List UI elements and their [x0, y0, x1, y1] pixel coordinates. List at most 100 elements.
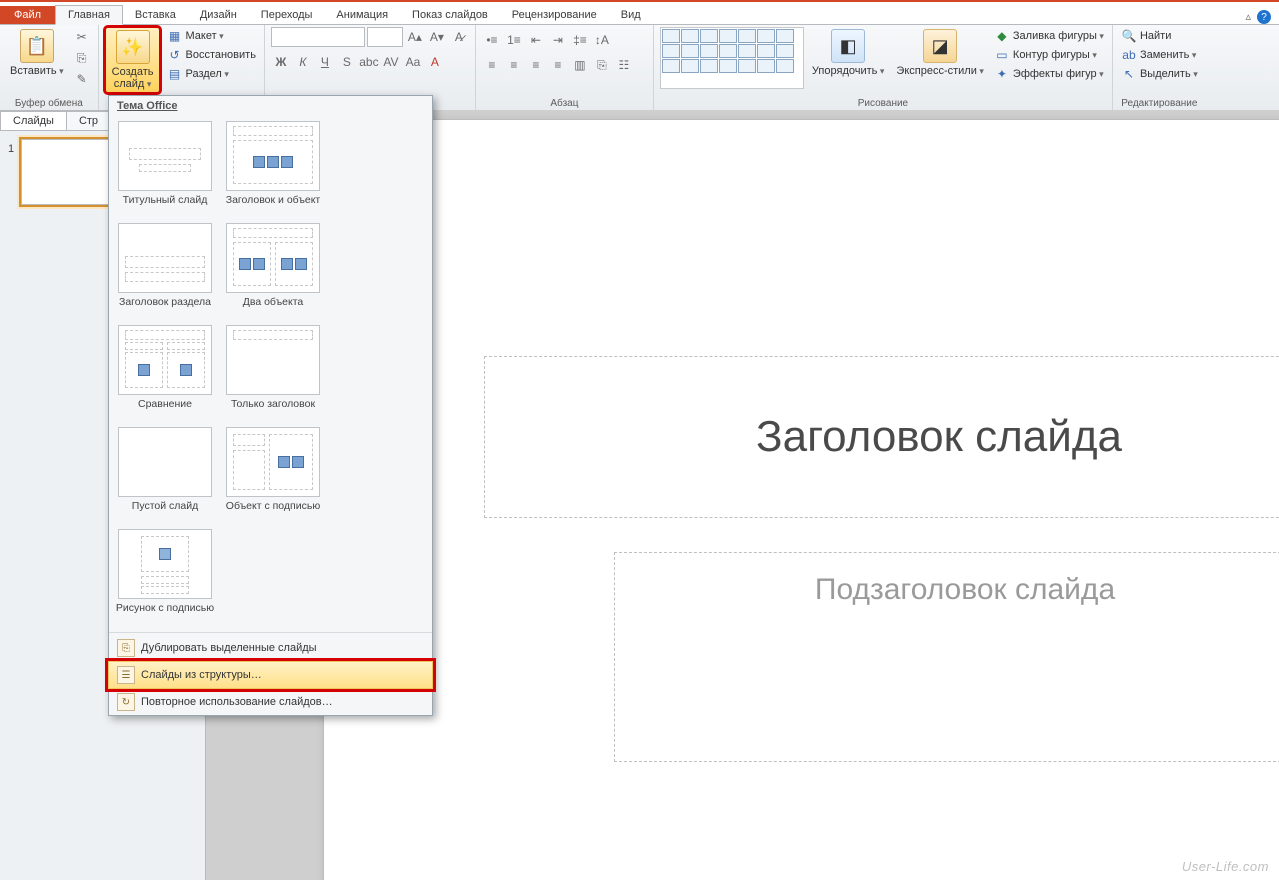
- slide-thumbnail-1[interactable]: [21, 139, 109, 205]
- layout-blank[interactable]: Пустой слайд: [111, 424, 219, 526]
- align-right-button[interactable]: ≡: [526, 55, 546, 75]
- cut-icon[interactable]: ✂: [72, 27, 92, 47]
- section-button[interactable]: ▤Раздел: [164, 65, 257, 83]
- group-editing: 🔍Найти abЗаменить ↖Выделить Редактирован…: [1113, 25, 1206, 111]
- layout-content-caption[interactable]: Объект с подписью: [219, 424, 327, 526]
- title-placeholder[interactable]: Заголовок слайда: [484, 356, 1279, 518]
- text-direction-button[interactable]: ↕A: [592, 30, 612, 50]
- shape-outline-button[interactable]: ▭Контур фигуры: [992, 46, 1106, 64]
- tab-animation[interactable]: Анимация: [324, 6, 400, 24]
- increase-indent-button[interactable]: ⇥: [548, 30, 568, 50]
- menu-slides-from-outline[interactable]: ☰ Слайды из структуры…: [108, 661, 433, 689]
- paste-button[interactable]: 📋 Вставить: [6, 27, 68, 79]
- change-case-button[interactable]: Aa: [403, 52, 423, 72]
- shape-effects-label: Эффекты фигур: [1013, 68, 1104, 80]
- strike-button[interactable]: S: [337, 52, 357, 72]
- bold-button[interactable]: Ж: [271, 52, 291, 72]
- underline-button[interactable]: Ч: [315, 52, 335, 72]
- layout-label: Титульный слайд: [113, 194, 217, 218]
- slide-canvas[interactable]: Заголовок слайда Подзаголовок слайда: [324, 120, 1279, 880]
- shape-effects-button[interactable]: ✦Эффекты фигур: [992, 65, 1106, 83]
- tab-insert[interactable]: Вставка: [123, 6, 188, 24]
- columns-button[interactable]: ▥: [570, 55, 590, 75]
- help-icon[interactable]: ?: [1257, 10, 1271, 24]
- shape-fill-button[interactable]: ◆Заливка фигуры: [992, 27, 1106, 45]
- select-button[interactable]: ↖Выделить: [1119, 65, 1200, 83]
- layout-section-header[interactable]: Заголовок раздела: [111, 220, 219, 322]
- layout-label: Заголовок раздела: [113, 296, 217, 320]
- layout-picture-caption[interactable]: Рисунок с подписью: [111, 526, 219, 628]
- side-tab-slides[interactable]: Слайды: [0, 111, 67, 130]
- section-icon: ▤: [166, 66, 182, 82]
- layout-two-content[interactable]: Два объекта: [219, 220, 327, 322]
- align-left-button[interactable]: ≡: [482, 55, 502, 75]
- shapes-gallery[interactable]: [660, 27, 804, 89]
- layout-title-only[interactable]: Только заголовок: [219, 322, 327, 424]
- reuse-icon: ↻: [117, 693, 135, 711]
- shape-fill-label: Заливка фигуры: [1013, 30, 1104, 42]
- menu-duplicate-slides[interactable]: ⎘ Дублировать выделенные слайды: [109, 635, 432, 661]
- format-painter-icon[interactable]: ✎: [72, 69, 92, 89]
- line-spacing-button[interactable]: ‡≡: [570, 30, 590, 50]
- effects-icon: ✦: [994, 66, 1010, 82]
- arrange-button[interactable]: ◧ Упорядочить: [808, 27, 889, 79]
- layout-button[interactable]: ▦Макет: [164, 27, 257, 45]
- subtitle-placeholder[interactable]: Подзаголовок слайда: [614, 552, 1279, 762]
- layout-label: Заголовок и объект: [221, 194, 325, 218]
- clear-format-icon[interactable]: A̷: [449, 27, 469, 47]
- smartart-button[interactable]: ☷: [614, 55, 634, 75]
- find-button[interactable]: 🔍Найти: [1119, 27, 1200, 45]
- new-slide-button[interactable]: ✨ Создать слайд: [105, 27, 161, 93]
- layout-comparison[interactable]: Сравнение: [111, 322, 219, 424]
- new-slide-icon: ✨: [116, 30, 150, 64]
- numbering-button[interactable]: 1≡: [504, 30, 524, 50]
- watermark: User-Life.com: [1182, 859, 1269, 874]
- title-text: Заголовок слайда: [756, 412, 1122, 462]
- decrease-indent-button[interactable]: ⇤: [526, 30, 546, 50]
- group-label-clipboard: Буфер обмена: [6, 97, 92, 111]
- quick-styles-button[interactable]: ◪ Экспресс-стили: [892, 27, 987, 79]
- duplicate-label: Дублировать выделенные слайды: [141, 642, 317, 654]
- tab-design[interactable]: Дизайн: [188, 6, 249, 24]
- fill-icon: ◆: [994, 28, 1010, 44]
- shadow-button[interactable]: abc: [359, 52, 379, 72]
- tab-home[interactable]: Главная: [55, 5, 123, 25]
- layout-title-content[interactable]: Заголовок и объект: [219, 118, 327, 220]
- tab-transitions[interactable]: Переходы: [249, 6, 325, 24]
- group-label-drawing: Рисование: [660, 97, 1106, 111]
- tab-view[interactable]: Вид: [609, 6, 653, 24]
- find-icon: 🔍: [1121, 28, 1137, 44]
- highlight-outline-item: ☰ Слайды из структуры…: [108, 661, 433, 689]
- duplicate-icon: ⎘: [117, 639, 135, 657]
- tab-file[interactable]: Файл: [0, 6, 55, 24]
- side-tab-outline[interactable]: Стр: [66, 111, 111, 130]
- outline-icon: ▭: [994, 47, 1010, 63]
- layout-grid: Титульный слайд Заголовок и объект Загол…: [109, 114, 432, 630]
- font-size-select[interactable]: [367, 27, 403, 47]
- copy-icon[interactable]: ⎘: [72, 48, 92, 68]
- justify-button[interactable]: ≡: [548, 55, 568, 75]
- shape-outline-label: Контур фигуры: [1013, 49, 1097, 61]
- char-spacing-button[interactable]: AV: [381, 52, 401, 72]
- group-paragraph: •≡ 1≡ ⇤ ⇥ ‡≡ ↕A ≡ ≡ ≡ ≡ ▥ ⎘ ☷ Абзац: [476, 25, 654, 111]
- tab-slideshow[interactable]: Показ слайдов: [400, 6, 500, 24]
- ribbon-tabs: Файл Главная Вставка Дизайн Переходы Ани…: [0, 2, 1279, 25]
- separator: [109, 632, 432, 633]
- tab-review[interactable]: Рецензирование: [500, 6, 609, 24]
- font-color-button[interactable]: A: [425, 52, 445, 72]
- font-family-select[interactable]: [271, 27, 365, 47]
- italic-button[interactable]: К: [293, 52, 313, 72]
- paste-label: Вставить: [10, 65, 64, 77]
- align-center-button[interactable]: ≡: [504, 55, 524, 75]
- replace-button[interactable]: abЗаменить: [1119, 46, 1200, 64]
- grow-font-icon[interactable]: A▴: [405, 27, 425, 47]
- minimize-ribbon-icon[interactable]: ▵: [1245, 10, 1251, 24]
- bullets-button[interactable]: •≡: [482, 30, 502, 50]
- align-text-button[interactable]: ⎘: [592, 55, 612, 75]
- group-label-paragraph: Абзац: [482, 97, 647, 111]
- menu-reuse-slides[interactable]: ↻ Повторное использование слайдов…: [109, 689, 432, 715]
- reset-button[interactable]: ↺Восстановить: [164, 46, 257, 64]
- shrink-font-icon[interactable]: A▾: [427, 27, 447, 47]
- layout-title-slide[interactable]: Титульный слайд: [111, 118, 219, 220]
- select-label: Выделить: [1140, 68, 1198, 80]
